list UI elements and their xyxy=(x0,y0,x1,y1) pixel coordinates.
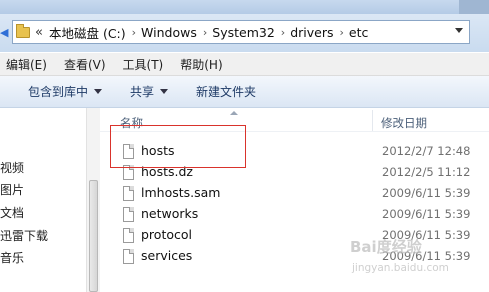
navigation-pane: 视频 图片 文档 迅雷下载 音乐 xyxy=(0,108,84,292)
breadcrumb-system32[interactable]: System32 xyxy=(212,25,275,40)
watermark-logo: Bai度经验 xyxy=(350,238,422,256)
include-in-library-button[interactable]: 包含到库中 xyxy=(28,83,103,100)
title-strip-edge xyxy=(459,0,489,14)
folder-icon xyxy=(16,23,30,38)
breadcrumb-separator-icon[interactable]: › xyxy=(203,26,207,39)
sort-indicator-icon xyxy=(230,111,238,115)
address-dropdown-icon[interactable] xyxy=(455,28,463,33)
menu-help[interactable]: 帮助(H) xyxy=(180,56,222,73)
file-date: 2012/2/7 12:48 xyxy=(382,144,471,158)
new-folder-button[interactable]: 新建文件夹 xyxy=(196,83,256,100)
file-row-networks[interactable]: networks 2009/6/11 5:39 xyxy=(100,205,489,226)
menu-bar: 编辑(E) 查看(V) 工具(T) 帮助(H) xyxy=(0,53,489,76)
nav-scrollbar-thumb[interactable] xyxy=(89,180,98,292)
menu-view[interactable]: 查看(V) xyxy=(64,56,106,73)
menu-edit[interactable]: 编辑(E) xyxy=(6,56,47,73)
include-in-library-label: 包含到库中 xyxy=(28,85,89,99)
nav-scrollbar[interactable] xyxy=(86,108,100,292)
window-title-strip xyxy=(0,0,489,14)
nav-item-documents[interactable]: 文档 xyxy=(0,204,24,221)
share-button[interactable]: 共享 xyxy=(130,83,169,100)
file-row-lmhosts-sam[interactable]: lmhosts.sam 2009/6/11 5:39 xyxy=(100,184,489,205)
chevron-down-icon xyxy=(94,89,103,94)
file-name: networks xyxy=(141,206,199,221)
file-name: lmhosts.sam xyxy=(141,185,221,200)
file-date: 2012/2/5 11:12 xyxy=(382,165,471,179)
nav-item-pictures[interactable]: 图片 xyxy=(0,181,24,198)
file-name: protocol xyxy=(141,227,192,242)
back-arrow-icon[interactable]: ◀ xyxy=(0,26,12,40)
breadcrumb-drivers[interactable]: drivers xyxy=(290,25,333,40)
nav-item-music[interactable]: 音乐 xyxy=(0,249,24,266)
column-divider[interactable] xyxy=(372,110,373,132)
breadcrumb-separator-icon[interactable]: › xyxy=(132,26,136,39)
watermark-url: jingyan.baidu.com xyxy=(352,262,449,274)
highlight-annotation-box xyxy=(110,125,246,168)
breadcrumb-separator-icon[interactable]: › xyxy=(281,26,285,39)
chevron-down-icon xyxy=(160,89,169,94)
file-name: services xyxy=(141,248,193,263)
share-label: 共享 xyxy=(130,85,155,99)
command-toolbar: 包含到库中 共享 新建文件夹 xyxy=(0,76,489,108)
breadcrumb-windows[interactable]: Windows xyxy=(141,25,197,40)
file-date: 2009/6/11 5:39 xyxy=(382,186,471,200)
menu-tools[interactable]: 工具(T) xyxy=(123,56,164,73)
breadcrumb-local-disk[interactable]: 本地磁盘 (C:) xyxy=(49,23,126,42)
breadcrumb-separator-icon[interactable]: › xyxy=(340,26,344,39)
file-row-protocol[interactable]: protocol 2009/6/11 5:39 xyxy=(100,226,489,247)
breadcrumb-etc[interactable]: etc xyxy=(349,25,368,40)
file-icon xyxy=(123,249,134,264)
nav-item-thunder-downloads[interactable]: 迅雷下载 xyxy=(0,227,48,244)
column-header-date-modified[interactable]: 修改日期 xyxy=(381,115,427,131)
file-icon xyxy=(123,228,134,243)
file-icon xyxy=(123,207,134,222)
nav-item-videos[interactable]: 视频 xyxy=(0,159,24,176)
breadcrumb-overflow-icon[interactable]: « xyxy=(35,25,43,40)
file-date: 2009/6/11 5:39 xyxy=(382,207,471,221)
address-bar[interactable]: « 本地磁盘 (C:) › Windows › System32 › drive… xyxy=(12,20,470,44)
file-icon xyxy=(123,186,134,201)
